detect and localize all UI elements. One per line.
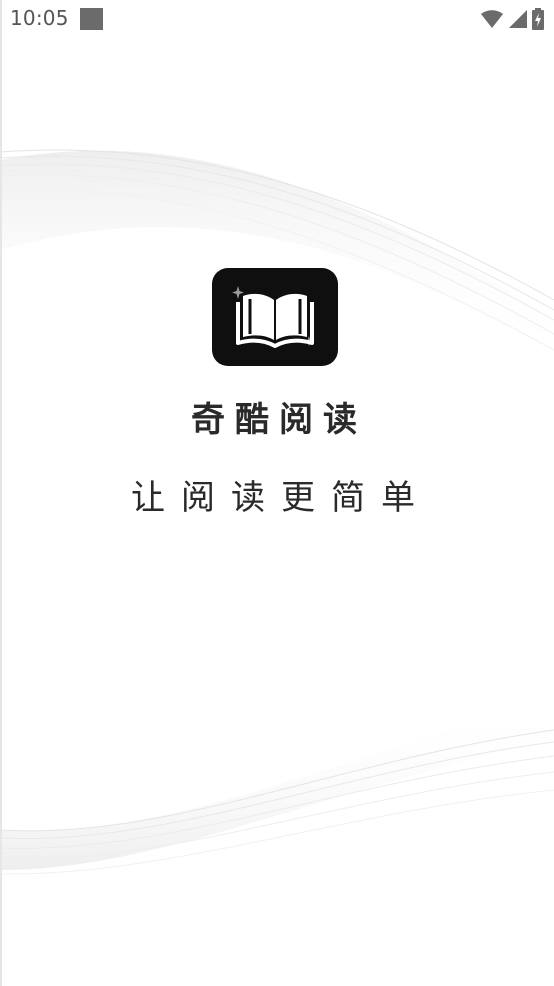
splash-screen: 10:05 奇酷阅读 让阅读更简单 <box>0 0 554 986</box>
wifi-icon <box>481 10 503 28</box>
tagline: 让阅读更简单 <box>131 478 431 518</box>
open-book-icon <box>232 286 314 348</box>
status-icons <box>480 7 544 31</box>
app-name: 奇酷阅读 <box>191 400 367 440</box>
status-time: 10:05 <box>10 6 69 30</box>
signal-icon <box>509 10 527 28</box>
square-notification-icon <box>80 8 103 30</box>
status-bar: 10:05 <box>0 0 554 38</box>
bottom-wave <box>0 700 554 875</box>
battery-charging-icon <box>532 8 544 30</box>
app-logo <box>212 268 338 366</box>
